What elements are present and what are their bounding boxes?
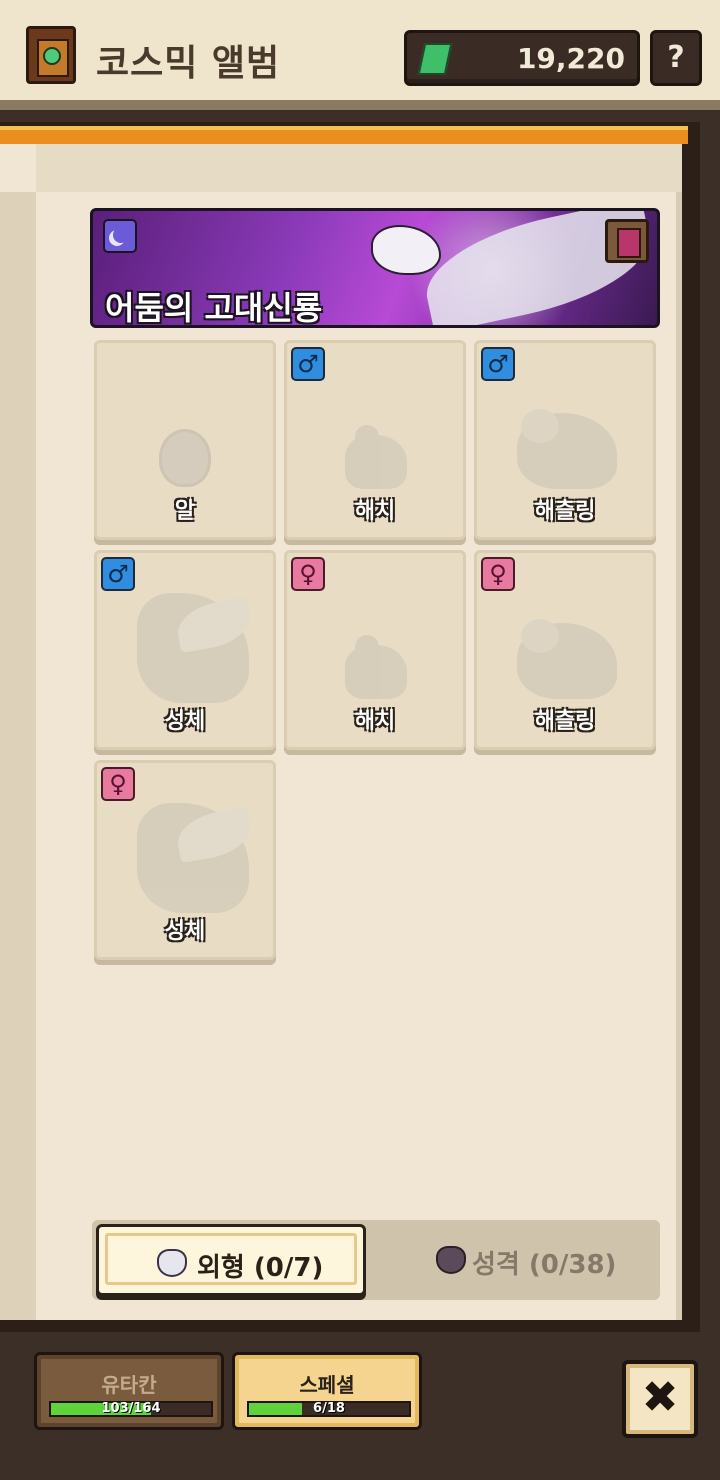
dragon-name: 어둠의 고대신룡 [105,289,323,327]
tab-appearance[interactable]: 외형 (0/7) [96,1224,366,1296]
card-label: 해치 [354,709,396,734]
book-spine [0,192,36,1320]
hatch-silhouette-icon [345,635,407,699]
adult-silhouette-icon [137,803,249,913]
card-hatchling-female[interactable]: ♀ 해츨링 [474,550,656,750]
card-egg[interactable]: 알 [94,340,276,540]
progress-text: 6/18 [313,1401,345,1416]
book-rim [0,126,688,144]
dragon-banner: 어둠의 고대신룡 [90,208,660,328]
card-label: 해치 [354,499,396,524]
dark-dragon-face-icon [436,1246,466,1274]
card-label: 해츨링 [534,499,596,524]
male-icon: ♂ [481,347,515,381]
progress-bar: 103/164 [49,1401,213,1417]
card-hatch-female[interactable]: ♀ 해치 [284,550,466,750]
hatchling-silhouette-icon [517,409,617,489]
dragon-book-icon[interactable] [605,219,649,263]
collection-tab-label: 스페셜 [299,1373,355,1397]
top-bar-shadow [0,100,720,110]
tab-personality[interactable]: 성격 (0/38) [372,1224,656,1296]
female-icon: ♀ [101,767,135,801]
help-button[interactable]: ? [650,30,702,86]
book-page-header [36,144,682,192]
collection-tab-special[interactable]: 스페셜 6/18 [232,1352,422,1430]
tab-personality-label: 성격 (0/38) [472,1250,617,1280]
male-icon: ♂ [291,347,325,381]
collection-tab-utakan[interactable]: 유타칸 103/164 [34,1352,224,1430]
card-label: 알 [174,499,196,524]
moon-element-icon [103,219,137,253]
card-label: 성체 [164,709,206,734]
card-label: 해츨링 [534,709,596,734]
album-tab-bar: 외형 (0/7) 성격 (0/38) [92,1220,660,1300]
gem-icon [417,43,453,75]
card-label: 성체 [164,919,206,944]
card-adult-male[interactable]: ♂ 성체 [94,550,276,750]
album-book-icon [26,26,76,84]
card-hatchling-male[interactable]: ♂ 해츨링 [474,340,656,540]
progress-bar: 6/18 [247,1401,411,1417]
collection-tab-label: 유타칸 [101,1373,157,1397]
currency-value: 19,220 [516,42,625,75]
female-icon: ♀ [291,557,325,591]
egg-silhouette-icon [159,429,211,487]
hatch-silhouette-icon [345,425,407,489]
close-button[interactable]: ✖ [622,1360,698,1438]
currency-display: 19,220 [404,30,640,86]
dragon-face-icon [157,1249,187,1277]
card-adult-female[interactable]: ♀ 성체 [94,760,276,960]
card-hatch-male[interactable]: ♂ 해치 [284,340,466,540]
female-icon: ♀ [481,557,515,591]
progress-text: 103/164 [101,1401,161,1416]
page-title: 코스믹 앨범 [96,43,281,84]
tab-appearance-label: 외형 (0/7) [197,1253,324,1283]
male-icon: ♂ [101,557,135,591]
adult-silhouette-icon [137,593,249,703]
hatchling-silhouette-icon [517,619,617,699]
